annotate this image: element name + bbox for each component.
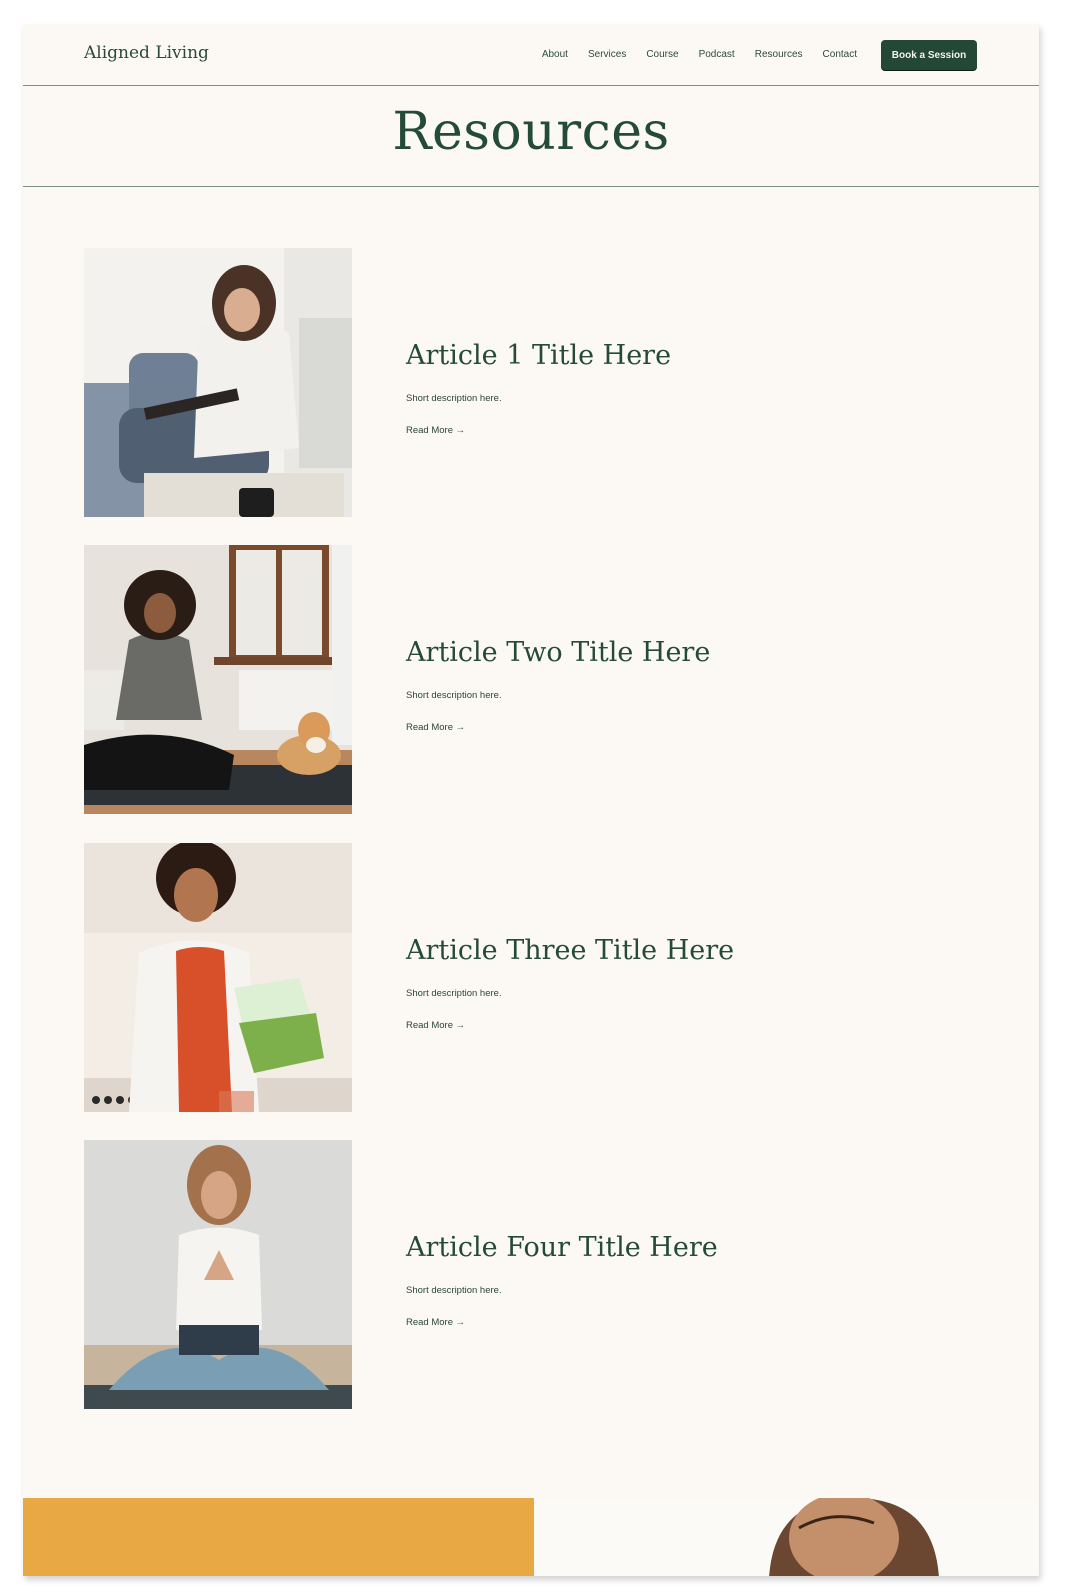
article-description: Short description here. [406,988,502,999]
nav-resources[interactable]: Resources [755,49,803,60]
read-more-link[interactable]: Read More → [406,722,465,733]
article-description: Short description here. [406,690,502,701]
article-title[interactable]: Article Two Title Here [406,637,710,668]
page-title: Resources [392,102,670,162]
article-card: Article Three Title Here Short descripti… [84,843,984,1112]
article-card: Article 1 Title Here Short description h… [84,248,984,517]
main-nav: About Services Course Podcast Resources … [522,49,857,60]
book-session-button[interactable]: Book a Session [881,40,977,70]
article-description: Short description here. [406,393,502,404]
page-hero: Resources [23,86,1039,187]
article-text: Article 1 Title Here Short description h… [406,340,671,438]
site-header: Aligned Living About Services Course Pod… [23,24,1039,86]
read-more-link[interactable]: Read More → [406,1317,465,1328]
footer-accent-block [23,1498,534,1576]
footer-image [534,1498,1039,1576]
article-text: Article Two Title Here Short description… [406,637,710,735]
nav-about[interactable]: About [542,49,568,60]
read-more-link[interactable]: Read More → [406,1020,465,1031]
article-title[interactable]: Article Three Title Here [406,935,734,966]
article-text: Article Three Title Here Short descripti… [406,935,734,1033]
nav-course[interactable]: Course [646,49,678,60]
article-image[interactable] [84,1140,352,1409]
nav-podcast[interactable]: Podcast [699,49,735,60]
article-image[interactable] [84,545,352,814]
article-title[interactable]: Article Four Title Here [406,1232,718,1263]
article-card: Article Two Title Here Short description… [84,545,984,814]
nav-services[interactable]: Services [588,49,626,60]
article-title[interactable]: Article 1 Title Here [406,340,671,371]
nav-contact[interactable]: Contact [823,49,857,60]
article-description: Short description here. [406,1285,502,1296]
page-frame: Aligned Living About Services Course Pod… [23,24,1039,1576]
article-text: Article Four Title Here Short descriptio… [406,1232,718,1330]
brand-logo[interactable]: Aligned Living [84,43,209,63]
article-card: Article Four Title Here Short descriptio… [84,1140,984,1409]
article-image[interactable] [84,843,352,1112]
read-more-link[interactable]: Read More → [406,425,465,436]
article-image[interactable] [84,248,352,517]
